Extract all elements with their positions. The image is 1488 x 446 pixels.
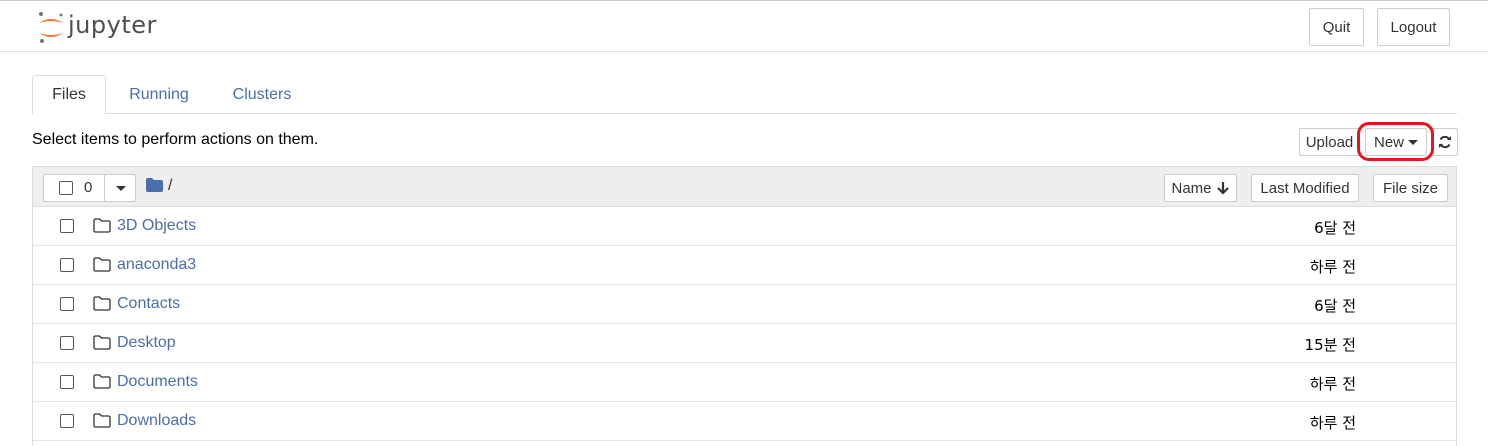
- item-modified: 하루 전: [1309, 414, 1356, 432]
- new-button-label: New: [1373, 133, 1404, 151]
- file-list: 0 / Name Last Modified File size 3D Obje…: [32, 166, 1457, 446]
- sort-by-name-button[interactable]: Name: [1164, 174, 1237, 202]
- selection-info-text: Select items to perform actions on them.: [32, 131, 319, 148]
- upload-button[interactable]: Upload: [1299, 128, 1360, 156]
- sort-by-size-button[interactable]: File size: [1373, 174, 1448, 202]
- list-item[interactable]: anaconda3 하루 전: [33, 246, 1456, 285]
- tab-running[interactable]: Running: [116, 75, 202, 114]
- folder-icon[interactable]: [146, 178, 163, 192]
- logo-text: jupyter: [68, 11, 157, 39]
- item-name-link[interactable]: Contacts: [117, 295, 180, 313]
- sort-name-label: Name: [1171, 179, 1212, 197]
- folder-outline-icon: [93, 218, 111, 233]
- breadcrumb-path[interactable]: /: [168, 177, 172, 195]
- item-checkbox[interactable]: [60, 258, 74, 272]
- item-checkbox[interactable]: [60, 219, 74, 233]
- item-checkbox[interactable]: [60, 297, 74, 311]
- list-item[interactable]: Desktop 15분 전: [33, 324, 1456, 363]
- selected-count: 0: [84, 179, 93, 196]
- list-item[interactable]: Contacts 6달 전: [33, 285, 1456, 324]
- list-item[interactable]: 3D Objects 6달 전: [33, 207, 1456, 246]
- folder-outline-icon: [93, 413, 111, 428]
- list-item[interactable]: Documents 하루 전: [33, 363, 1456, 402]
- tab-bar: Files Running Clusters: [32, 75, 1457, 115]
- select-all-group[interactable]: 0: [43, 174, 136, 202]
- caret-down-icon: [1408, 139, 1418, 145]
- item-name-link[interactable]: anaconda3: [117, 256, 196, 274]
- item-checkbox[interactable]: [60, 414, 74, 428]
- item-name-link[interactable]: Downloads: [117, 412, 196, 430]
- arrow-down-icon: [1216, 182, 1229, 195]
- tab-files[interactable]: Files: [32, 75, 106, 115]
- select-all-checkbox[interactable]: [59, 181, 73, 195]
- item-name-link[interactable]: Documents: [117, 373, 198, 391]
- quit-button[interactable]: Quit: [1309, 8, 1364, 46]
- item-name-link[interactable]: 3D Objects: [117, 217, 196, 235]
- list-item[interactable]: Downloads 하루 전: [33, 402, 1456, 441]
- tab-clusters[interactable]: Clusters: [217, 75, 307, 114]
- select-dropdown-button[interactable]: [104, 174, 136, 202]
- caret-down-icon: [115, 185, 126, 191]
- item-checkbox[interactable]: [60, 336, 74, 350]
- logout-button[interactable]: Logout: [1377, 8, 1450, 46]
- item-modified: 15분 전: [1304, 336, 1356, 354]
- item-name-link[interactable]: Desktop: [117, 334, 176, 352]
- item-modified: 6달 전: [1314, 219, 1356, 237]
- item-modified: 하루 전: [1309, 375, 1356, 393]
- folder-outline-icon: [93, 374, 111, 389]
- sort-by-modified-button[interactable]: Last Modified: [1251, 174, 1359, 202]
- folder-outline-icon: [93, 335, 111, 350]
- item-modified: 하루 전: [1309, 258, 1356, 276]
- header-bar: jupyter Quit Logout: [0, 0, 1488, 52]
- folder-outline-icon: [93, 257, 111, 272]
- jupyter-logo-icon: [39, 12, 63, 43]
- folder-outline-icon: [93, 296, 111, 311]
- new-dropdown-button[interactable]: New: [1365, 128, 1427, 156]
- item-modified: 6달 전: [1314, 297, 1356, 315]
- item-checkbox[interactable]: [60, 375, 74, 389]
- refresh-icon: [1438, 135, 1451, 149]
- file-list-header: 0 / Name Last Modified File size: [33, 167, 1456, 207]
- refresh-button[interactable]: [1431, 128, 1458, 156]
